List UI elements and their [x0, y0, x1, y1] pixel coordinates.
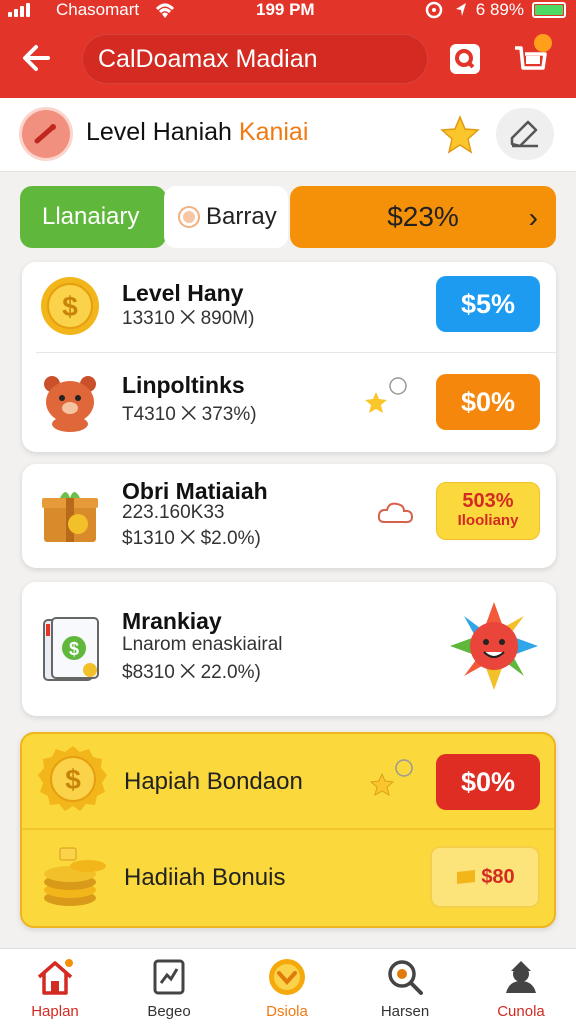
nav-home[interactable]: Haplan [0, 949, 110, 1024]
cart-badge [534, 34, 552, 52]
tab-discount[interactable]: $23% › [290, 186, 556, 248]
back-button[interactable] [18, 40, 54, 76]
item-title: Linpoltinks [122, 372, 245, 398]
bonus-item[interactable]: Hadiiah Bonuis $80 [22, 830, 554, 926]
nav-label: Harsen [380, 1003, 430, 1020]
gift-box-icon [42, 492, 98, 542]
bonus-badge[interactable]: $80 [430, 846, 540, 908]
status-bar: Chasomart 199 PM 6 89% [0, 0, 576, 22]
coin-stack-icon [44, 847, 106, 906]
svg-text:$: $ [65, 764, 81, 795]
signal-icon [8, 3, 30, 17]
wifi-icon [155, 3, 175, 18]
badge-label: Ilooliany [457, 512, 519, 529]
item-description: Lnarom enaskiairal [122, 634, 283, 655]
scan-button[interactable] [448, 42, 482, 76]
nav-search[interactable]: Harsen [350, 949, 460, 1024]
item-subtitle: T4310 ⨉ 373%) [122, 404, 257, 425]
nav-center[interactable]: Dsiola [232, 949, 342, 1024]
location-icon [455, 3, 466, 16]
sun-mascot-icon [450, 602, 538, 690]
level-title-highlight: Kaniai [238, 118, 309, 146]
radio-icon [180, 208, 198, 226]
level-icon [22, 110, 70, 158]
item-subtitle: $8310 ⨉ 22.0%) [122, 662, 261, 683]
gold-coin-icon: $ [38, 746, 107, 811]
tab-barray[interactable]: Barray [164, 186, 288, 248]
bonus-title: Hadiiah Bonuis [124, 864, 286, 891]
alarm-icon [425, 1, 443, 19]
svg-text:$: $ [69, 639, 79, 659]
nav-documents[interactable]: Begeo [114, 949, 224, 1024]
nav-profile[interactable]: Cunola [466, 949, 576, 1024]
level-title: Level Haniah Kaniai [86, 118, 308, 147]
bonus-item[interactable]: $ Hapiah Bondaon $0% [22, 734, 554, 828]
reward-card: $ Level Hany 13310 ⨉ 890M) $5% Linpoltin… [22, 262, 556, 452]
nav-label: Cunola [497, 1003, 545, 1020]
item-subtitle: $1310 ⨉ $2.0%) [122, 528, 261, 549]
user-icon [506, 961, 536, 993]
carrier-name: Chasomart [56, 0, 140, 19]
list-item[interactable]: Obri Matiaiah 223.160K33 $1310 ⨉ $2.0%) … [22, 464, 556, 568]
header-bar: Chasomart 199 PM 6 89% [0, 0, 576, 98]
battery-level: 6 89% [475, 0, 524, 19]
item-subtitle: 13310 ⨉ 890M) [122, 308, 255, 329]
tab-label: Llanaiary [42, 203, 140, 230]
list-item[interactable]: Linpoltinks T4310 ⨉ 373%) $0% [22, 354, 556, 452]
nav-label: Haplan [31, 1003, 79, 1020]
discount-badge[interactable]: $5% [436, 276, 540, 332]
chevron-circle-icon [269, 959, 305, 995]
cloud-icon [377, 502, 414, 524]
item-title: Level Hany [122, 280, 244, 306]
home-icon [37, 959, 73, 995]
chevron-right-icon: › [528, 202, 538, 233]
coupon-book-icon: $ [43, 617, 99, 681]
bonus-section: $ Hapiah Bondaon $0% Hadiiah Bonuis $80 [20, 732, 556, 928]
magnifier-icon [388, 960, 423, 995]
item-title: Mrankiay [122, 608, 222, 634]
tab-label: $23% [387, 201, 459, 232]
gold-coin-icon: $ [41, 277, 99, 335]
reward-card: Obri Matiaiah 223.160K33 $1310 ⨉ $2.0%) … [22, 464, 556, 568]
discount-badge[interactable]: $0% [436, 374, 540, 430]
item-title: Obri Matiaiah [122, 478, 268, 504]
reward-card: $ Mrankiay Lnarom enaskiairal $8310 ⨉ 22… [22, 582, 556, 716]
badge-value: $80 [481, 865, 515, 888]
nav-label: Dsiola [266, 1003, 308, 1020]
nav-label: Begeo [147, 1003, 191, 1020]
search-input[interactable] [82, 34, 428, 84]
document-icon [153, 959, 185, 995]
cart-button[interactable] [512, 34, 552, 76]
tab-label: Barray [206, 203, 277, 230]
ticket-icon [457, 870, 476, 884]
battery-icon [532, 2, 566, 18]
scan-icon [450, 44, 480, 74]
bonus-title: Hapiah Bondaon [124, 768, 303, 795]
tab-llanaiary[interactable]: Llanaiary [20, 186, 166, 248]
item-code: 223.160K33 [122, 502, 225, 523]
search-field[interactable] [82, 34, 428, 84]
svg-text:$: $ [62, 291, 78, 322]
badge-value: 503% [462, 490, 514, 512]
sparkle-star-icon [369, 759, 413, 797]
arrow-left-icon [23, 45, 50, 71]
list-item[interactable]: $ Level Hany 13310 ⨉ 890M) $5% [22, 262, 556, 352]
bottom-navigation: Haplan Begeo Dsiola Harsen Cunola [0, 948, 576, 1024]
filter-tabs: Llanaiary Barray $23% › [0, 186, 576, 248]
discount-badge[interactable]: $0% [436, 754, 540, 810]
star-icon[interactable] [440, 114, 480, 154]
clock: 199 PM [256, 0, 315, 19]
divider [36, 352, 556, 353]
level-title-main: Level Haniah [86, 118, 232, 146]
sparkle-star-icon [365, 377, 407, 413]
list-item[interactable]: $ Mrankiay Lnarom enaskiairal $8310 ⨉ 22… [22, 582, 556, 716]
edit-button[interactable] [496, 108, 554, 160]
edit-icon [510, 120, 538, 148]
discount-badge[interactable]: 503% Ilooliany [436, 482, 540, 540]
bear-icon [44, 376, 96, 432]
level-bar: Level Haniah Kaniai [0, 98, 576, 172]
